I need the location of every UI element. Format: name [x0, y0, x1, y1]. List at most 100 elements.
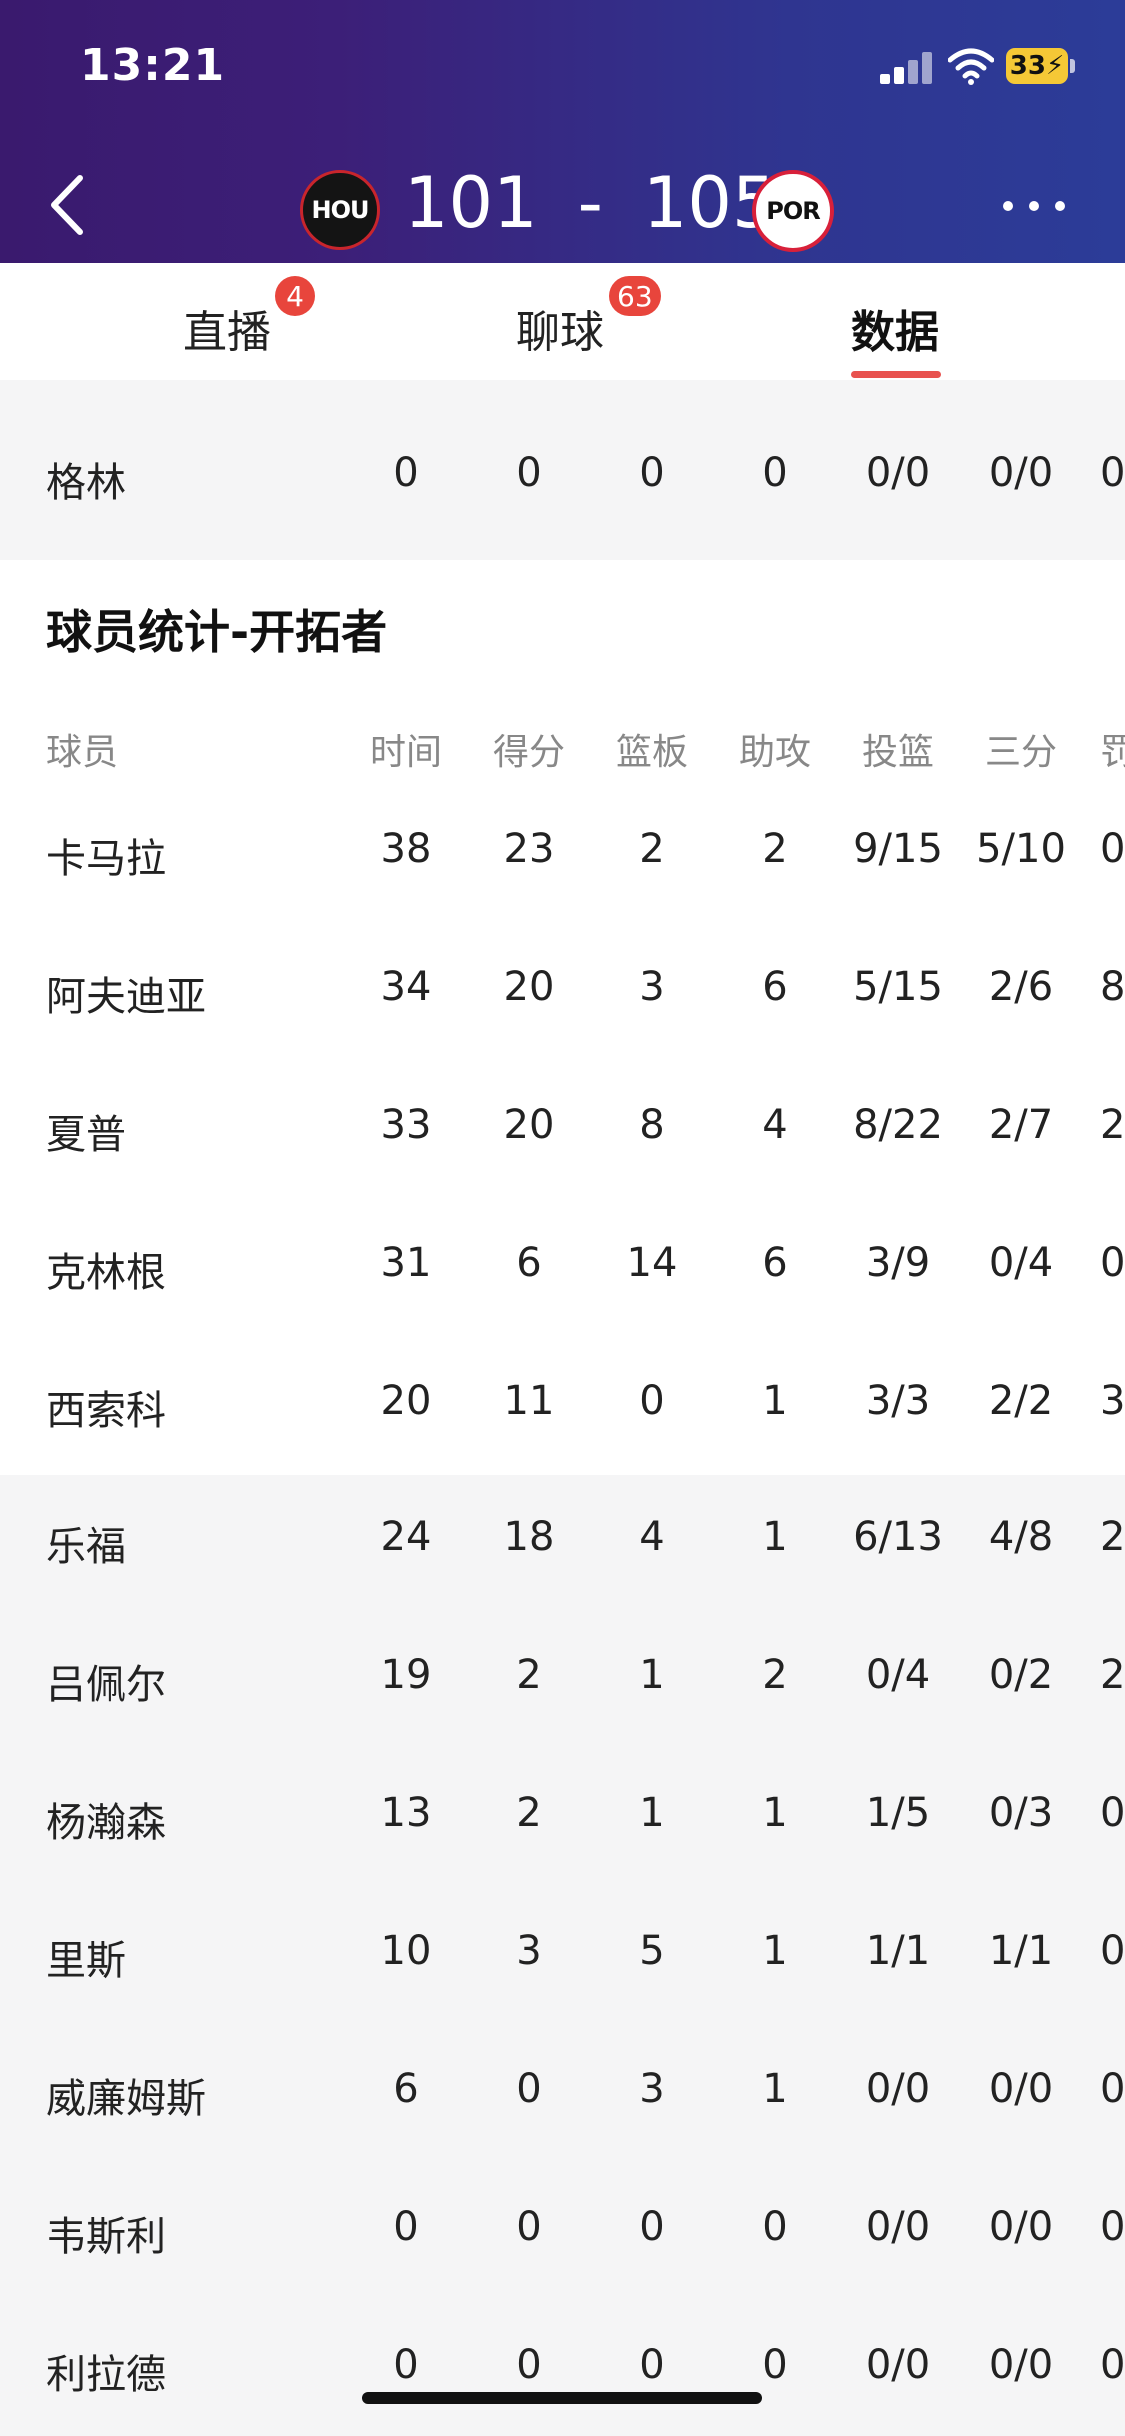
player-name: 杨瀚森 [46, 1800, 166, 1846]
stat-points: 20 [503, 1102, 555, 1148]
stat-field-goals: 0/4 [865, 1652, 931, 1698]
stat-rebounds: 0 [639, 1378, 665, 1424]
stat-assists: 1 [762, 1514, 788, 1560]
stat-field-goals: 0/0 [865, 2342, 931, 2388]
stat-three-pointers: 0/0 [988, 450, 1054, 496]
stat-free-throws: 2 [1100, 1102, 1125, 1148]
stat-points: 23 [503, 826, 555, 872]
stat-three-pointers: 2/2 [988, 1378, 1054, 1424]
stat-field-goals: 1/5 [865, 1790, 931, 1836]
stat-rebounds: 4 [639, 1514, 665, 1560]
battery-cap [1070, 59, 1075, 73]
stat-rebounds: 0 [639, 2342, 665, 2388]
stat-assists: 0 [762, 2204, 788, 2250]
stat-rebounds: 14 [626, 1240, 678, 1286]
home-indicator [362, 2392, 762, 2404]
stat-three-pointers: 2/7 [988, 1102, 1054, 1148]
stat-rebounds: 1 [639, 1652, 665, 1698]
stat-field-goals: 9/15 [853, 826, 943, 872]
stat-field-goals: 0/0 [865, 450, 931, 496]
stat-points: 0 [516, 2342, 542, 2388]
stat-free-throws: 0 [1100, 1240, 1125, 1286]
stat-assists: 1 [762, 1378, 788, 1424]
section-title: 球员统计-开拓者 [46, 605, 388, 659]
stat-field-goals: 3/3 [865, 1378, 931, 1424]
stat-rebounds: 2 [639, 826, 665, 872]
column-header-points[interactable]: 得分 [469, 723, 589, 775]
stat-three-pointers: 2/6 [988, 964, 1054, 1010]
stat-three-pointers: 0/2 [988, 1652, 1054, 1698]
stat-assists: 2 [762, 826, 788, 872]
stat-assists: 0 [762, 2342, 788, 2388]
stat-free-throws: 0 [1100, 1928, 1125, 1974]
stat-free-throws: 0 [1100, 450, 1125, 496]
column-header-assists[interactable]: 助攻 [715, 723, 835, 775]
stat-points: 18 [503, 1514, 555, 1560]
stat-field-goals: 0/0 [865, 2204, 931, 2250]
stat-points: 0 [516, 450, 542, 496]
scoreboard: 101-105 [404, 162, 776, 244]
stat-three-pointers: 0/0 [988, 2342, 1054, 2388]
more-options-icon[interactable] [1003, 198, 1067, 214]
column-header-rebounds[interactable]: 篮板 [592, 723, 712, 775]
player-name: 格林 [46, 460, 126, 506]
back-arrow-icon[interactable] [42, 170, 92, 240]
player-name: 里斯 [46, 1938, 126, 1984]
stat-field-goals: 6/13 [853, 1514, 943, 1560]
stat-field-goals: 8/22 [853, 1102, 943, 1148]
stat-free-throws: 0 [1100, 826, 1125, 872]
stat-assists: 2 [762, 1652, 788, 1698]
column-header-three-pointers[interactable]: 三分 [961, 723, 1081, 775]
away-team-logo[interactable]: POR [752, 170, 834, 252]
stat-field-goals: 3/9 [865, 1240, 931, 1286]
stat-free-throws: 2 [1100, 1514, 1125, 1560]
player-name: 西索科 [46, 1388, 166, 1434]
home-team-logo[interactable]: HOU [300, 170, 380, 250]
player-name: 韦斯利 [46, 2214, 166, 2260]
stat-minutes: 0 [393, 2204, 419, 2250]
stat-minutes: 38 [380, 826, 432, 872]
stat-rebounds: 0 [639, 2204, 665, 2250]
stat-rebounds: 3 [639, 2066, 665, 2112]
stat-assists: 0 [762, 450, 788, 496]
stat-points: 2 [516, 1790, 542, 1836]
tab-live-badge: 4 [275, 276, 315, 316]
wifi-icon [948, 48, 994, 85]
stat-minutes: 6 [393, 2066, 419, 2112]
stat-minutes: 24 [380, 1514, 432, 1560]
stat-assists: 6 [762, 1240, 788, 1286]
game-header: 13:21 33 ⚡ HOU 101-105 POR [0, 0, 1125, 263]
tab-chat-badge: 63 [609, 276, 661, 316]
stat-minutes: 10 [380, 1928, 432, 1974]
active-tab-indicator [851, 371, 941, 378]
stat-minutes: 13 [380, 1790, 432, 1836]
stat-points: 20 [503, 964, 555, 1010]
column-header-free-throws[interactable]: 罚 [1100, 723, 1125, 775]
player-name: 吕佩尔 [46, 1662, 166, 1708]
stat-rebounds: 8 [639, 1102, 665, 1148]
stat-assists: 6 [762, 964, 788, 1010]
player-name: 威廉姆斯 [46, 2076, 206, 2122]
stat-points: 0 [516, 2066, 542, 2112]
column-header-minutes[interactable]: 时间 [346, 723, 466, 775]
stat-free-throws: 3 [1100, 1378, 1125, 1424]
column-header-field-goals[interactable]: 投篮 [838, 723, 958, 775]
stat-minutes: 34 [380, 964, 432, 1010]
stat-minutes: 20 [380, 1378, 432, 1424]
stat-free-throws: 0 [1100, 2342, 1125, 2388]
stat-minutes: 0 [393, 450, 419, 496]
tab-chat[interactable]: 聊球 [516, 296, 604, 360]
tab-data[interactable]: 数据 [851, 296, 939, 360]
home-score: 101 [404, 162, 538, 244]
stat-rebounds: 3 [639, 964, 665, 1010]
score-separator: - [577, 162, 603, 244]
stat-minutes: 33 [380, 1102, 432, 1148]
status-time: 13:21 [80, 40, 226, 91]
stat-minutes: 0 [393, 2342, 419, 2388]
tab-live[interactable]: 直播 [183, 296, 271, 360]
stat-points: 3 [516, 1928, 542, 1974]
player-name: 阿夫迪亚 [46, 974, 206, 1020]
stat-assists: 1 [762, 1928, 788, 1974]
stat-free-throws: 2 [1100, 1652, 1125, 1698]
stat-minutes: 31 [380, 1240, 432, 1286]
